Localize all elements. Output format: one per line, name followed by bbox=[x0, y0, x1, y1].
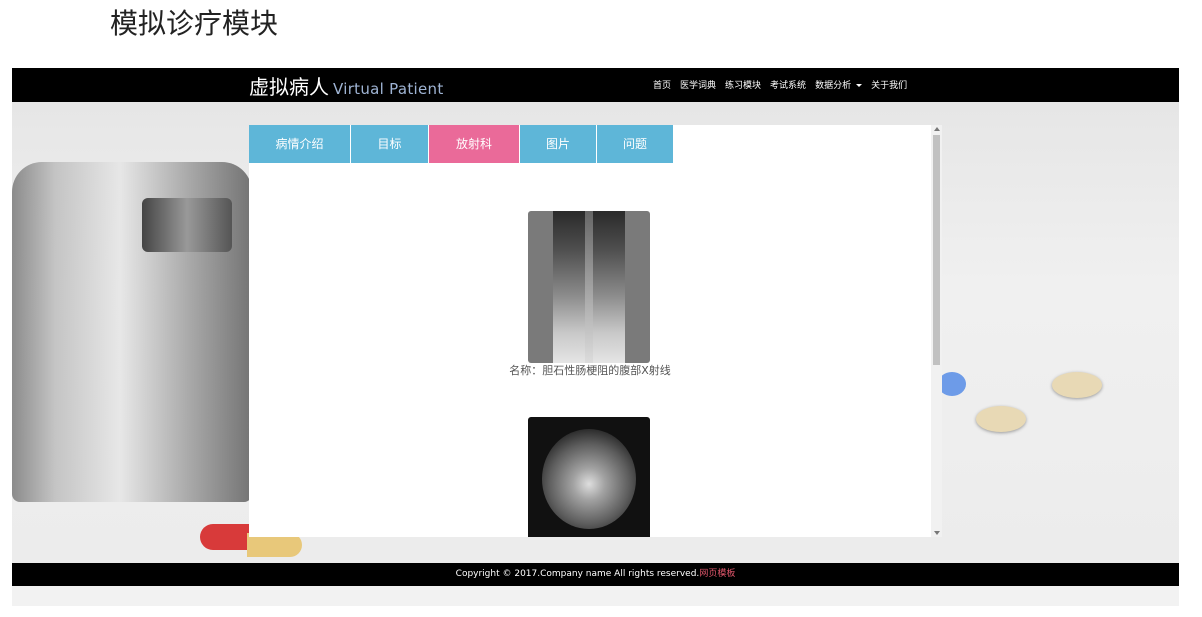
tab-radiology[interactable]: 放射科 bbox=[429, 125, 519, 163]
nav-analysis-dropdown[interactable]: 数据分析 bbox=[815, 78, 863, 91]
nav-menu: 首页 医学词典 练习模块 考试系统 数据分析 关于我们 bbox=[653, 78, 907, 91]
copyright-text: Copyright © 2017.Company name All rights… bbox=[455, 569, 700, 579]
brand-cn: 虚拟病人 bbox=[249, 75, 329, 99]
caret-down-icon bbox=[856, 84, 863, 87]
brand-logo[interactable]: 虚拟病人 Virtual Patient bbox=[249, 71, 444, 100]
scroll-up-icon[interactable] bbox=[934, 127, 940, 131]
footer: Copyright © 2017.Company name All rights… bbox=[12, 563, 1179, 586]
tablet-decoration bbox=[1052, 372, 1102, 398]
scroll-down-icon[interactable] bbox=[934, 531, 940, 535]
radiology-content: 名称：胆石性肠梗阻的腹部X射线 bbox=[249, 163, 931, 537]
content-panel: 病情介绍 目标 放射科 图片 问题 名称：胆石性肠梗阻的腹部X射线 bbox=[249, 125, 942, 537]
scrollbar-thumb[interactable] bbox=[933, 135, 940, 365]
xray-caption: 名称：胆石性肠梗阻的腹部X射线 bbox=[509, 364, 671, 377]
xray-spine bbox=[585, 211, 593, 363]
xray-image[interactable] bbox=[528, 211, 650, 363]
nav-analysis-label: 数据分析 bbox=[815, 81, 852, 91]
tablet-blue-decoration bbox=[938, 372, 966, 396]
footer-link[interactable]: 网页模板 bbox=[699, 569, 735, 579]
tab-images[interactable]: 图片 bbox=[520, 125, 596, 163]
app-screen: 虚拟病人 Virtual Patient 首页 医学词典 练习模块 考试系统 数据… bbox=[12, 68, 1179, 606]
page-title: 模拟诊疗模块 bbox=[110, 7, 279, 40]
nav-dictionary[interactable]: 医学词典 bbox=[680, 78, 716, 91]
nav-practice[interactable]: 练习模块 bbox=[725, 78, 761, 91]
ct-scan-slice bbox=[542, 429, 636, 529]
brand-en: Virtual Patient bbox=[333, 80, 444, 98]
vertical-scrollbar[interactable] bbox=[931, 125, 942, 537]
ct-image[interactable] bbox=[528, 417, 650, 537]
nav-home[interactable]: 首页 bbox=[653, 78, 671, 91]
tab-questions[interactable]: 问题 bbox=[597, 125, 673, 163]
tab-bar: 病情介绍 目标 放射科 图片 问题 bbox=[249, 125, 674, 163]
tab-goals[interactable]: 目标 bbox=[351, 125, 428, 163]
bottle-cap-decoration bbox=[142, 198, 232, 252]
nav-exam[interactable]: 考试系统 bbox=[770, 78, 806, 91]
nav-about[interactable]: 关于我们 bbox=[871, 78, 907, 91]
tablet-decoration bbox=[976, 406, 1026, 432]
navbar: 虚拟病人 Virtual Patient 首页 医学词典 练习模块 考试系统 数据… bbox=[12, 68, 1179, 102]
tab-case-intro[interactable]: 病情介绍 bbox=[249, 125, 350, 163]
subfooter-bar bbox=[12, 586, 1179, 606]
